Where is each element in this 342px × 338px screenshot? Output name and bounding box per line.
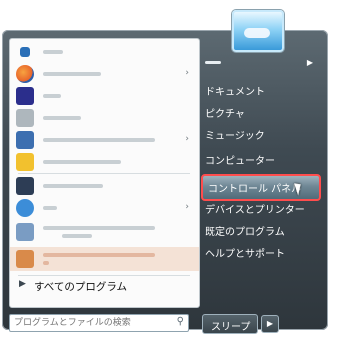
program-label	[43, 160, 121, 164]
sky-icon	[244, 28, 270, 38]
search-input[interactable]	[14, 316, 166, 330]
search-box[interactable]: ⚲	[9, 314, 189, 332]
menu-item-control-panel[interactable]: コントロール パネル	[201, 174, 321, 201]
menu-item-music[interactable]: ミュージック	[199, 124, 323, 144]
list-item[interactable]	[10, 107, 199, 129]
chevron-right-icon[interactable]: ›	[185, 134, 189, 144]
app-icon	[16, 177, 34, 195]
menu-item-label: 既定のプログラム	[205, 227, 285, 238]
menu-item-label: コントロール パネル	[208, 184, 302, 195]
analytics-icon	[16, 223, 34, 241]
firefox-icon	[16, 65, 34, 83]
triangle-right-icon: ▶	[19, 279, 26, 289]
program-label	[43, 184, 103, 188]
app-icon	[20, 47, 30, 57]
list-item[interactable]	[10, 85, 199, 107]
list-item[interactable]	[10, 151, 199, 173]
list-item[interactable]	[10, 219, 199, 245]
chevron-right-icon[interactable]: ›	[185, 202, 189, 212]
program-label	[43, 94, 61, 98]
app-icon	[16, 109, 34, 127]
program-label	[62, 234, 92, 238]
list-item[interactable]	[10, 175, 199, 197]
app-icon	[16, 199, 34, 217]
divider	[18, 275, 190, 276]
app-icon	[16, 87, 34, 105]
menu-item-label: ピクチャ	[205, 109, 245, 120]
user-folder[interactable]: ▶	[199, 56, 323, 76]
program-label	[43, 50, 63, 54]
list-item[interactable]: ›	[10, 63, 199, 85]
program-label	[43, 116, 81, 120]
apache-icon	[16, 250, 34, 268]
menu-item-label: ドキュメント	[205, 87, 265, 98]
menu-item-default-programs[interactable]: 既定のプログラム	[199, 220, 323, 240]
triangle-right-icon: ▶	[306, 58, 313, 67]
menu-item-label: デバイスとプリンター	[205, 205, 305, 216]
user-picture[interactable]	[232, 10, 284, 52]
shutdown-options-button[interactable]: ▶	[261, 315, 279, 333]
search-icon[interactable]: ⚲	[177, 316, 184, 327]
menu-item-computer[interactable]: コンピューター	[199, 149, 323, 169]
menu-item-label: ミュージック	[205, 131, 265, 142]
office-icon	[16, 131, 34, 149]
program-label	[43, 226, 155, 230]
programs-pane: › › › ▶ すべてのプログラム	[9, 38, 200, 308]
menu-item-label: コンピューター	[205, 156, 275, 167]
sleep-button[interactable]: スリープ ▶	[202, 314, 279, 334]
visual-studio-icon	[16, 153, 34, 171]
program-label	[43, 138, 155, 142]
list-item[interactable]: ›	[10, 197, 199, 219]
user-name	[205, 61, 221, 64]
menu-item-documents[interactable]: ドキュメント	[199, 80, 323, 100]
program-label	[43, 253, 155, 257]
list-item[interactable]	[10, 247, 199, 271]
program-label	[43, 206, 57, 210]
divider	[18, 173, 190, 174]
menu-item-help-support[interactable]: ヘルプとサポート	[199, 242, 323, 262]
menu-item-devices-printers[interactable]: デバイスとプリンター	[199, 198, 323, 218]
all-programs-label: すべてのプログラム	[34, 281, 128, 293]
chevron-right-icon[interactable]: ›	[185, 68, 189, 78]
menu-item-pictures[interactable]: ピクチャ	[199, 102, 323, 122]
menu-item-label: ヘルプとサポート	[205, 249, 285, 260]
list-item[interactable]: ›	[10, 129, 199, 151]
sleep-label: スリープ	[211, 322, 251, 333]
list-item[interactable]	[10, 41, 199, 63]
program-label	[43, 72, 101, 76]
program-label	[43, 261, 49, 265]
all-programs[interactable]: ▶ すべてのプログラム	[10, 277, 199, 295]
